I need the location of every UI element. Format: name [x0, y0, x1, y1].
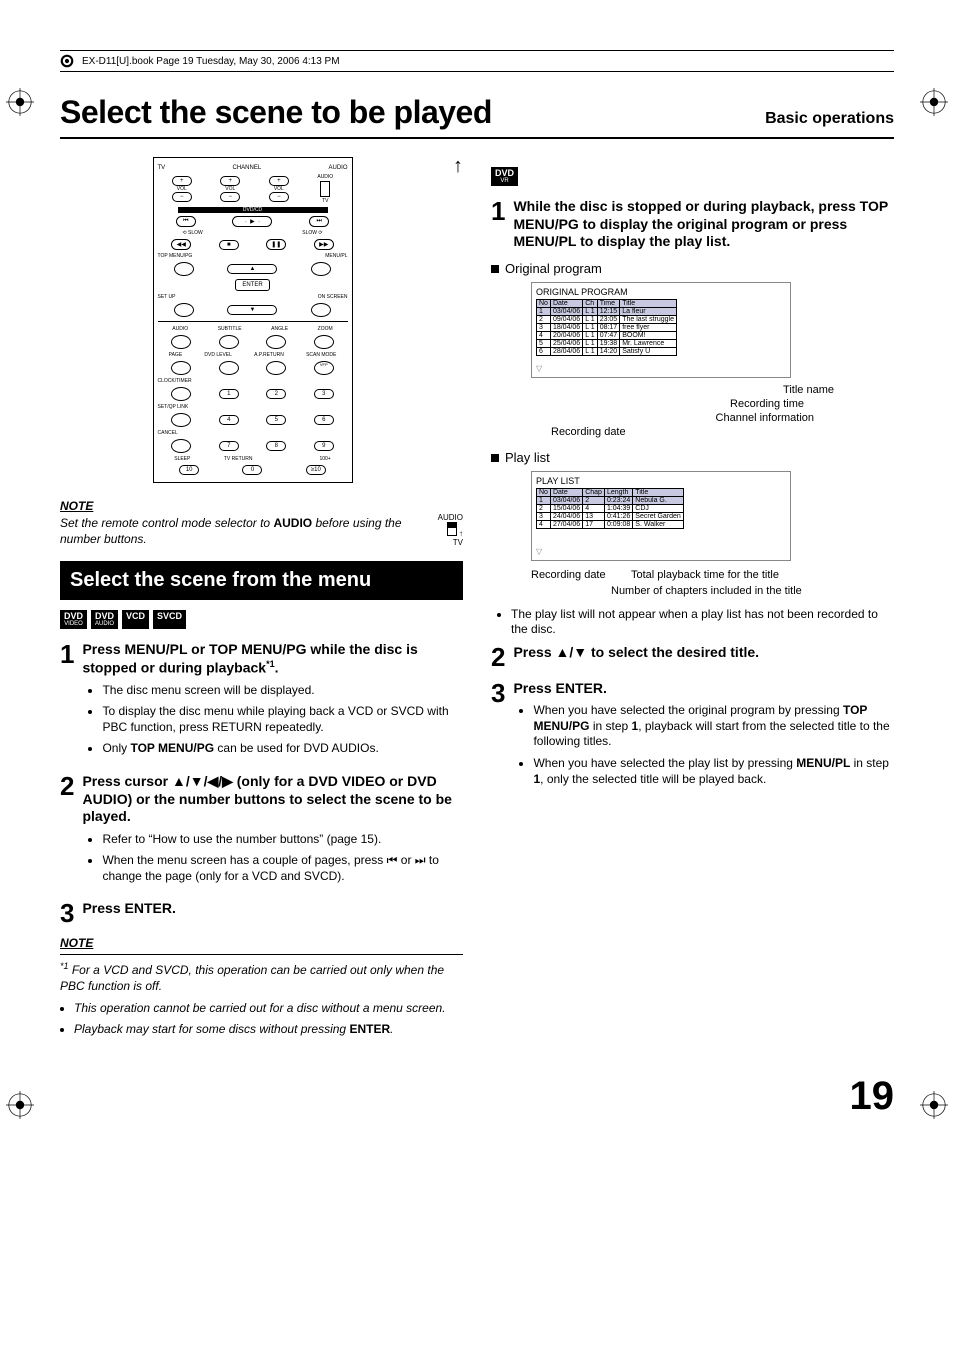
page-title: Select the scene to be played: [60, 94, 492, 131]
section-label: Basic operations: [765, 110, 894, 128]
book-header: EX-D11[U].book Page 19 Tuesday, May 30, …: [60, 50, 894, 72]
remote-illustration: TVCHANNELAUDIO +VOL− +VOL− +VOL− AUDIOTV…: [153, 157, 353, 483]
step-3: 3 Press ENTER.: [60, 900, 463, 926]
right-step-1: 1 While the disc is stopped or during pl…: [491, 198, 894, 251]
mode-slider-icon: AUDIO ↑ TV: [427, 513, 463, 547]
play-list-annotations: Recording date Total playback time for t…: [531, 567, 894, 583]
format-badges: DVDVIDEO DVDAUDIO VCD SVCD: [60, 610, 463, 629]
footnote: Playback may start for some discs withou…: [74, 1022, 463, 1038]
play-list-heading: Play list: [491, 450, 894, 465]
note-heading: NOTE: [60, 936, 463, 950]
step-2: 2 Press cursor ▲/▼/◀/▶ (only for a DVD V…: [60, 773, 463, 890]
format-badge-vr: DVDVR: [491, 167, 894, 186]
right-step-2: 2 Press ▲/▼ to select the desired title.: [491, 644, 894, 670]
header-text: EX-D11[U].book Page 19 Tuesday, May 30, …: [82, 56, 340, 67]
step-1: 1 Press MENU/PL or TOP MENU/PG while the…: [60, 641, 463, 763]
regmark-icon: [920, 88, 948, 116]
note-heading: NOTE: [60, 499, 463, 513]
play-list-table: PLAY LIST NoDateChapLengthTitle 103/04/0…: [531, 471, 791, 561]
original-program-annotations: Title name Recording time Channel inform…: [531, 384, 894, 438]
footnote: This operation cannot be carried out for…: [74, 1001, 463, 1017]
original-program-table: ORIGINAL PROGRAM NoDateChTimeTitle 103/0…: [531, 282, 791, 378]
arrow-up-icon: ↑: [451, 155, 463, 178]
regmark-icon: [920, 1091, 948, 1119]
regmark-icon: [6, 1091, 34, 1119]
play-list-annotations: Number of chapters included in the title: [531, 585, 894, 597]
original-program-heading: Original program: [491, 261, 894, 276]
regmark-icon: [6, 88, 34, 116]
play-list-note: The play list will not appear when a pla…: [511, 607, 894, 638]
note-body: Set the remote control mode selector to …: [60, 515, 417, 547]
section-bar: Select the scene from the menu: [60, 561, 463, 600]
page-number: 19: [60, 1074, 894, 1119]
orb-icon: [60, 54, 74, 68]
footnote: *1 For a VCD and SVCD, this operation ca…: [60, 961, 463, 994]
right-step-3: 3 Press ENTER. When you have selected th…: [491, 680, 894, 793]
